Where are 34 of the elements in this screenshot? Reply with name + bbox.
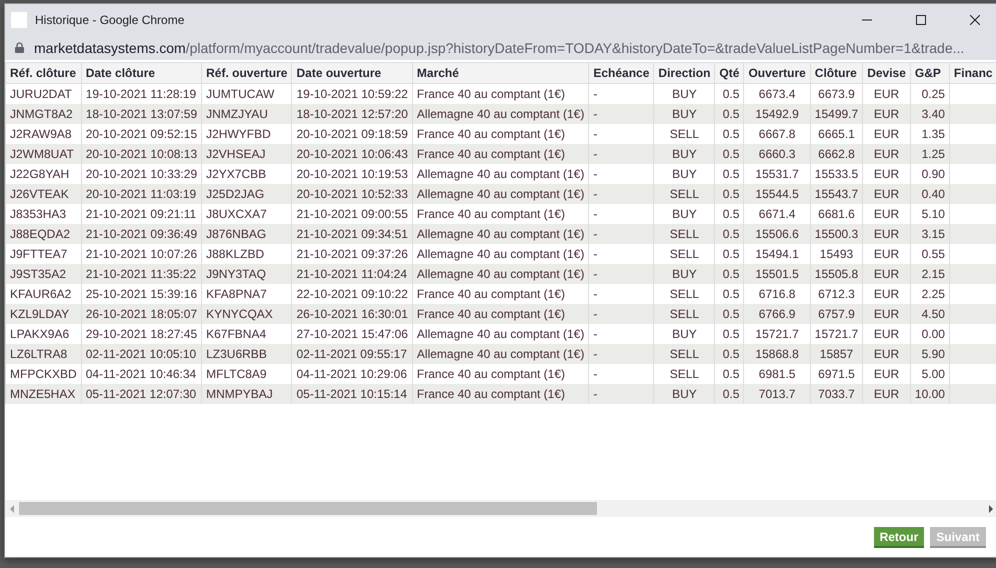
maximize-icon: [916, 14, 926, 24]
table-cell: 10.00: [910, 384, 950, 404]
horizontal-scrollbar[interactable]: [5, 500, 996, 517]
table-cell: MNZE5HAX: [6, 384, 82, 404]
column-header: Marché: [412, 62, 589, 84]
column-header: Clôture: [810, 62, 863, 84]
table-cell: France 40 au comptant (1€): [412, 384, 589, 404]
column-header: G&P: [910, 62, 950, 84]
column-header: Devise: [862, 62, 910, 84]
back-button[interactable]: Retour: [874, 526, 924, 548]
column-header: Direction: [654, 62, 715, 84]
column-header: Réf. clôture: [6, 62, 82, 84]
column-header: Echéance: [588, 62, 654, 84]
table-cell: 7013.7: [744, 384, 810, 404]
window-title: Historique - Google Chrome: [35, 12, 186, 26]
column-header: Date clôture: [81, 62, 202, 84]
lock-icon: [15, 42, 24, 53]
table-cell: 05-11-2021 10:15:14: [292, 384, 412, 404]
table-cell: BUY: [654, 384, 715, 404]
page-icon: [11, 12, 27, 28]
address-url[interactable]: marketdatasystems.com/platform/myaccount/tradevalue/popup.jsp?historyDateFrom=TODAY&historyDateTo=&tradeValueListPageNumber=1&trade...: [34, 40, 964, 56]
column-header: Qté: [714, 62, 744, 84]
table-cell: 05-11-2021 12:07:30: [81, 384, 202, 404]
column-header: Financ: [949, 62, 996, 84]
table-cell: MNMPYBAJ: [202, 384, 292, 404]
close-icon: [970, 14, 980, 24]
scrollbar-thumb[interactable]: [19, 502, 597, 515]
column-header: Date ouverture: [292, 62, 412, 84]
table-cell: 7033.7: [810, 384, 863, 404]
table-cell: 0.5: [714, 384, 744, 404]
table-cell: EUR: [862, 384, 910, 404]
table-cell: -: [588, 384, 654, 404]
column-header: Réf. ouverture: [202, 62, 292, 84]
column-header: Ouverture: [744, 62, 810, 84]
